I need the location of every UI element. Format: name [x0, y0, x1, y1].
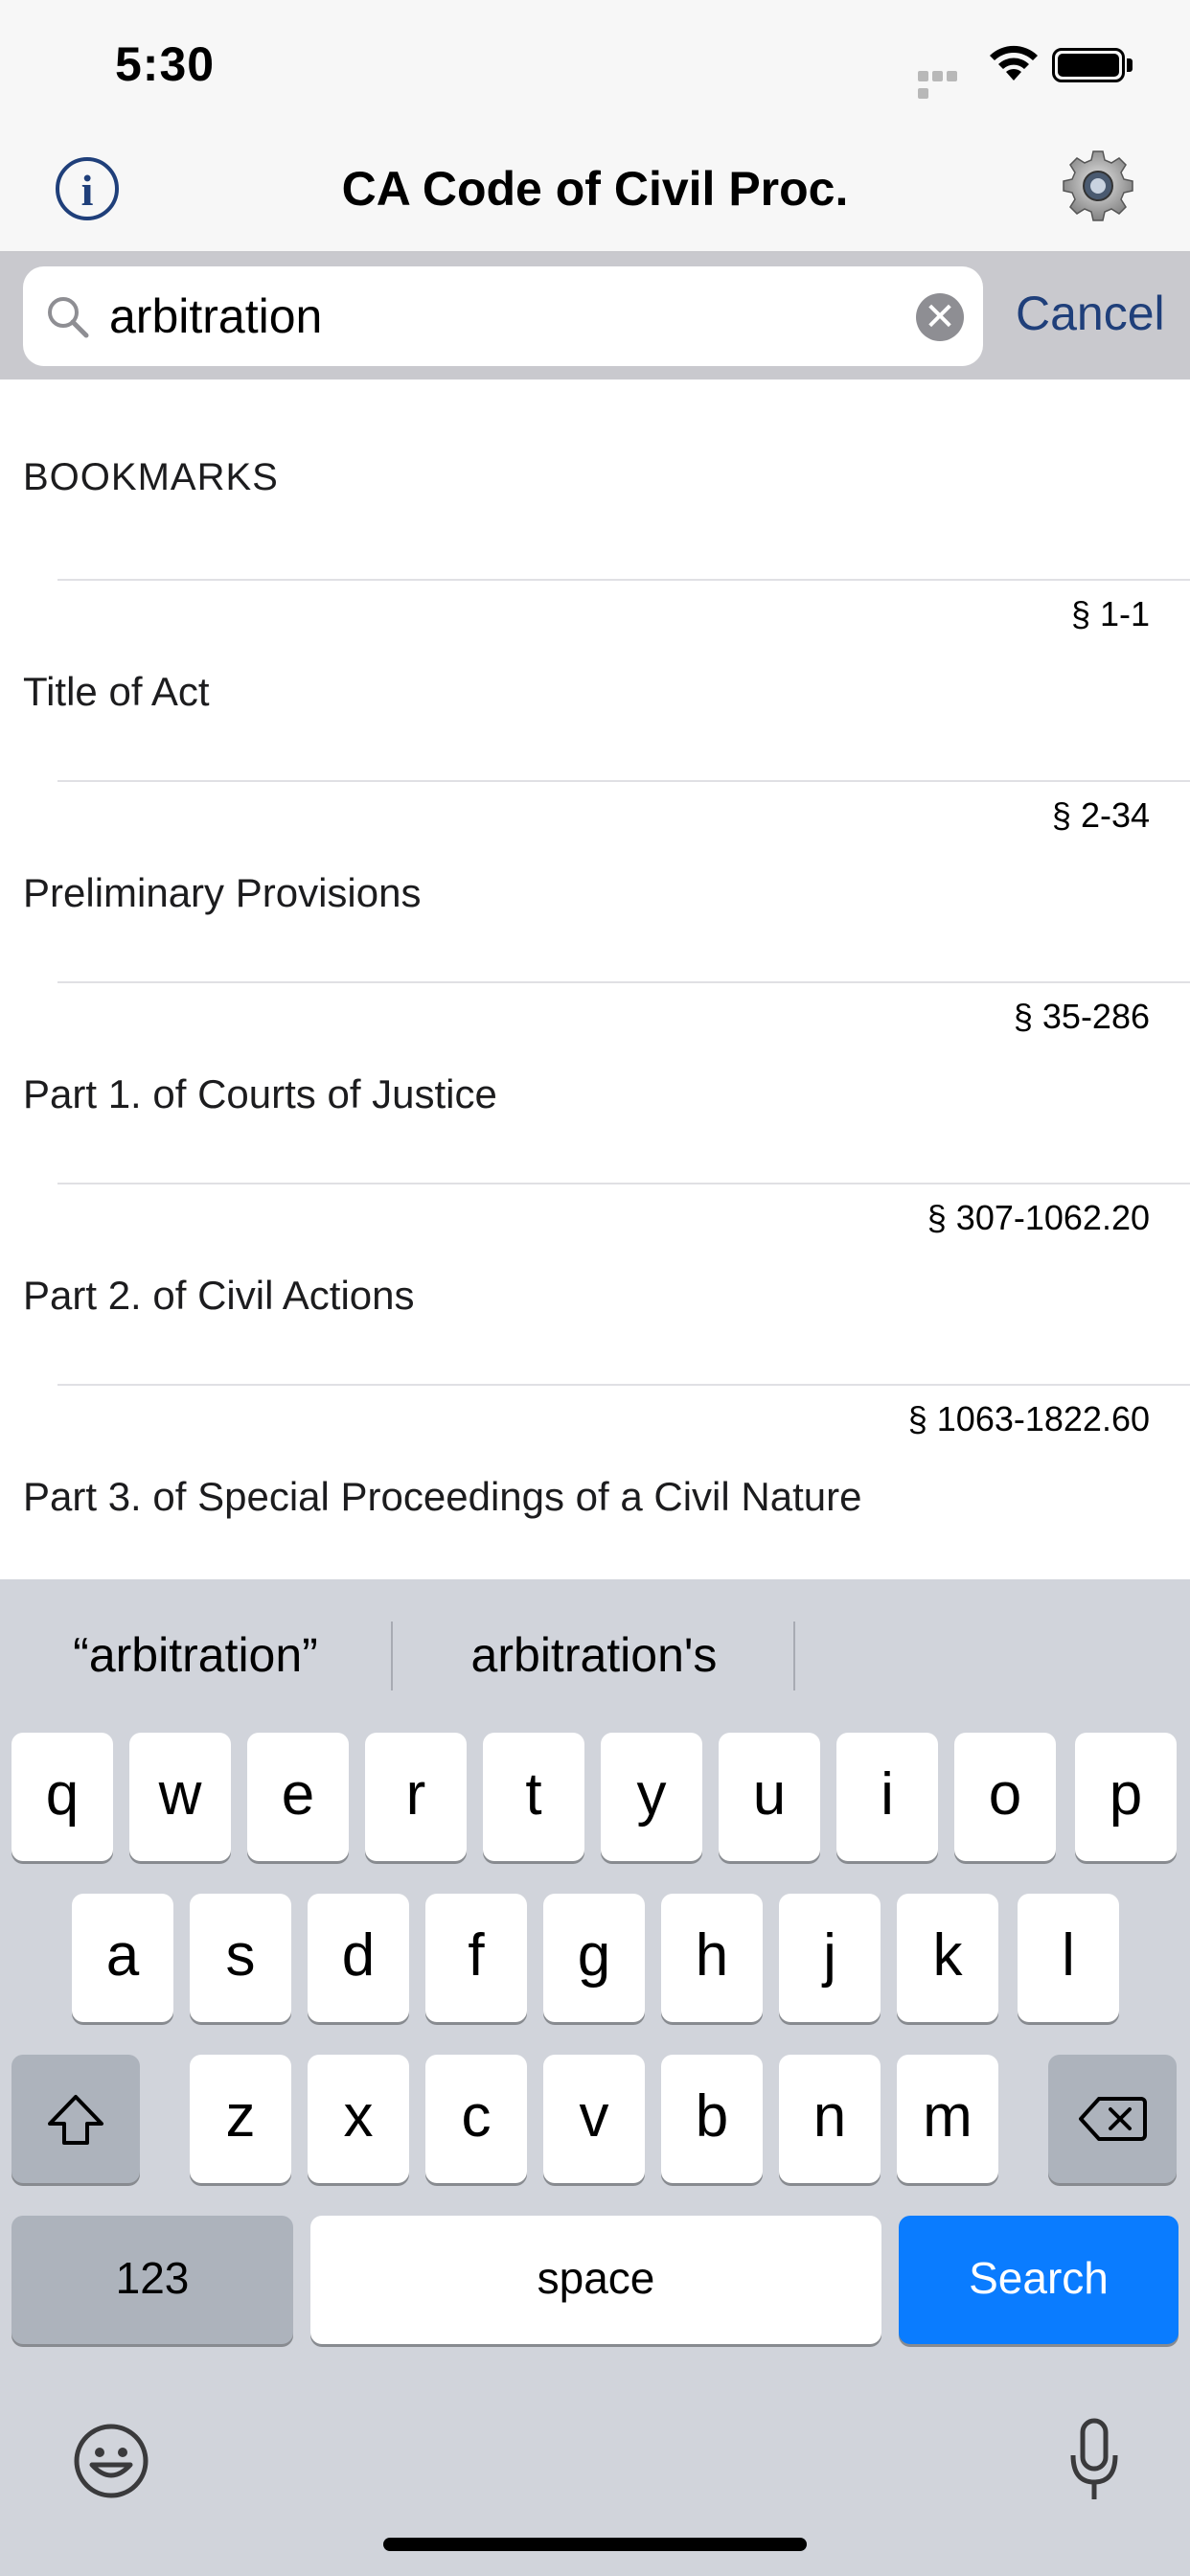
suggestion-divider: [793, 1622, 795, 1690]
key-l[interactable]: l: [1018, 1894, 1119, 2022]
section-range: § 307-1062.20: [927, 1198, 1150, 1237]
clear-icon: ✕: [924, 296, 956, 338]
search-field[interactable]: ✕: [23, 266, 983, 366]
list-item-title: Part 3. of Special Proceedings of a Civi…: [23, 1474, 862, 1519]
suggestion-quoted[interactable]: “arbitration”: [29, 1627, 362, 1683]
navigation-bar: i CA Code of Civil Proc.: [0, 126, 1190, 253]
section-header: BOOKMARKS: [23, 456, 279, 498]
key-j[interactable]: j: [779, 1894, 881, 2022]
key-w[interactable]: w: [129, 1733, 231, 1861]
list-item[interactable]: § 1-1 Title of Act: [0, 579, 1190, 780]
microphone-icon[interactable]: [1065, 2417, 1123, 2503]
search-key[interactable]: Search: [899, 2216, 1179, 2344]
key-p[interactable]: p: [1075, 1733, 1177, 1861]
key-f[interactable]: f: [425, 1894, 527, 2022]
shift-key[interactable]: [11, 2055, 140, 2183]
numbers-key[interactable]: 123: [11, 2216, 293, 2344]
bookmark-list: BOOKMARKS § 1-1 Title of Act § 2-34 Prel…: [0, 380, 1190, 1579]
key-v[interactable]: v: [543, 2055, 645, 2183]
cellular-signal-icon: [918, 69, 973, 99]
home-indicator[interactable]: [383, 2538, 807, 2551]
key-s[interactable]: s: [190, 1894, 291, 2022]
key-a[interactable]: a: [72, 1894, 173, 2022]
suggestion-word[interactable]: arbitration's: [402, 1627, 786, 1683]
gear-icon[interactable]: [1062, 150, 1134, 222]
search-icon: [48, 297, 89, 338]
section-range: § 1-1: [1070, 594, 1150, 633]
wifi-icon: [990, 45, 1038, 80]
status-time: 5:30: [115, 37, 216, 91]
keyboard: “arbitration” arbitration's q w e r t y …: [0, 1579, 1190, 2576]
key-t[interactable]: t: [483, 1733, 584, 1861]
list-item-title: Part 2. of Civil Actions: [23, 1273, 415, 1318]
key-q[interactable]: q: [11, 1733, 113, 1861]
page-title: CA Code of Civil Proc.: [341, 162, 849, 216]
key-y[interactable]: y: [601, 1733, 702, 1861]
backspace-icon: [1079, 2097, 1147, 2141]
section-range: § 35-286: [1013, 997, 1150, 1036]
key-c[interactable]: c: [425, 2055, 527, 2183]
cancel-button[interactable]: Cancel: [1016, 286, 1165, 341]
key-r[interactable]: r: [365, 1733, 467, 1861]
battery-tip: [1127, 58, 1133, 72]
suggestion-divider: [391, 1622, 393, 1690]
space-key[interactable]: space: [310, 2216, 881, 2344]
key-g[interactable]: g: [543, 1894, 645, 2022]
key-b[interactable]: b: [661, 2055, 763, 2183]
list-item-title: Title of Act: [23, 669, 210, 714]
list-item[interactable]: § 1063-1822.60 Part 3. of Special Procee…: [0, 1384, 1190, 1585]
section-range: § 2-34: [1051, 795, 1150, 835]
key-x[interactable]: x: [308, 2055, 409, 2183]
key-k[interactable]: k: [897, 1894, 998, 2022]
key-h[interactable]: h: [661, 1894, 763, 2022]
key-n[interactable]: n: [779, 2055, 881, 2183]
battery-icon: [1052, 48, 1125, 82]
list-item-title: Part 1. of Courts of Justice: [23, 1071, 497, 1116]
list-item[interactable]: § 307-1062.20 Part 2. of Civil Actions: [0, 1183, 1190, 1384]
search-bar: ✕ Cancel: [0, 253, 1190, 380]
key-d[interactable]: d: [308, 1894, 409, 2022]
list-item[interactable]: § 35-286 Part 1. of Courts of Justice: [0, 981, 1190, 1183]
key-z[interactable]: z: [190, 2055, 291, 2183]
list-item[interactable]: § 2-34 Preliminary Provisions: [0, 780, 1190, 981]
key-m[interactable]: m: [897, 2055, 998, 2183]
key-i[interactable]: i: [836, 1733, 938, 1861]
search-input[interactable]: [109, 266, 914, 366]
status-bar: 5:30: [0, 0, 1190, 126]
key-u[interactable]: u: [719, 1733, 820, 1861]
clear-button[interactable]: ✕: [916, 293, 964, 341]
emoji-icon[interactable]: [73, 2423, 149, 2499]
predictive-bar: “arbitration” arbitration's: [0, 1579, 1190, 1735]
section-range: § 1063-1822.60: [907, 1399, 1150, 1438]
shift-icon: [48, 2095, 103, 2145]
list-item-title: Preliminary Provisions: [23, 870, 422, 915]
key-o[interactable]: o: [954, 1733, 1056, 1861]
key-e[interactable]: e: [247, 1733, 349, 1861]
backspace-key[interactable]: [1048, 2055, 1177, 2183]
